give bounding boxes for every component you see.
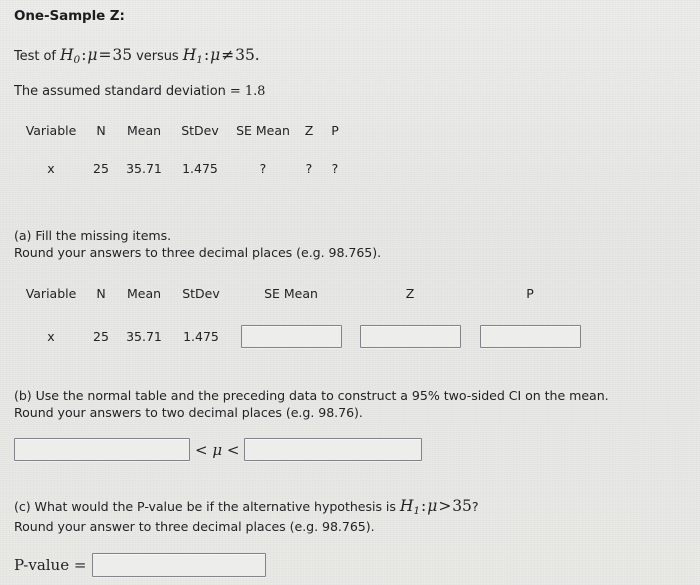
table-row: x 25 35.71 1.475 ? ? ? [18, 159, 348, 177]
answer-cell-z [350, 325, 470, 348]
answer-header-z: Z [405, 285, 415, 301]
cell-variable: x [47, 160, 55, 176]
hypothesis-statement: Test of H0:μ=35 versus H1:μ≠35. [14, 46, 260, 66]
answer-cell-stdev: 1.475 [183, 329, 219, 344]
sentence-period: . [254, 46, 260, 64]
answer-table-spacer-row [18, 303, 590, 325]
answer-header-mean: Mean [126, 285, 162, 301]
se-mean-input[interactable] [240, 325, 342, 348]
cell-n: 25 [93, 160, 109, 176]
header-se-mean: SE Mean [236, 122, 290, 138]
p-value-answer-row: P-value = [14, 553, 267, 577]
header-z: Z [304, 122, 314, 138]
null-hypothesis-symbol: H0 [60, 46, 81, 66]
alt-hypothesis-symbol: H1 [182, 46, 203, 66]
part-a-line-1: (a) Fill the missing items. [14, 228, 172, 243]
answer-cell-mean: 35.71 [126, 329, 162, 344]
answer-cell-se-mean [232, 325, 350, 348]
worksheet-page: One-Sample Z: Test of H0:μ=35 versus H1:… [0, 0, 700, 585]
part-b-line-1: (b) Use the normal table and the precedi… [14, 388, 609, 403]
alt-value: 35 [235, 46, 255, 64]
confidence-interval-row: < μ < [14, 438, 423, 461]
part-b-line-2: Round your answers to two decimal places… [14, 404, 363, 420]
ci-mu-symbol: μ [212, 440, 223, 459]
part-c-mu-symbol: μ [427, 497, 438, 515]
answer-header-stdev: StDev [182, 285, 220, 301]
part-a-prompt: (a) Fill the missing items. Round your a… [14, 228, 381, 261]
part-c-question-mark: ? [471, 499, 479, 514]
ci-inequality-label: < μ < [190, 441, 244, 459]
part-c-line-1: (c) What would the P-value be if the alt… [14, 498, 479, 519]
part-c-value: 35 [452, 497, 472, 515]
ci-lower-input[interactable] [14, 438, 190, 461]
page-title: One-Sample Z: [14, 8, 125, 24]
answer-table: Variable N Mean StDev SE Mean Z P x 25 3… [18, 283, 590, 348]
cell-mean: 35.71 [126, 160, 162, 176]
p-value-input[interactable] [92, 553, 267, 577]
part-c-alt-hypothesis-symbol: H1 [399, 497, 421, 517]
answer-header-variable: Variable [25, 285, 77, 301]
cell-p: ? [331, 160, 339, 176]
p-input[interactable] [479, 325, 581, 348]
mu-symbol-null: μ [87, 46, 98, 64]
equals-sign: = [98, 46, 112, 64]
table-header-row: Variable N Mean StDev SE Mean Z P [18, 121, 348, 139]
part-c-prompt: (c) What would the P-value be if the alt… [14, 498, 479, 536]
ci-less-than-1: < [195, 440, 208, 459]
versus-text: versus [132, 49, 183, 64]
hypothesis-prefix: Test of [14, 49, 60, 64]
part-c-line-2: Round your answer to three decimal place… [14, 519, 375, 535]
answer-table-spacer-cell [18, 303, 590, 325]
part-a-line-2: Round your answers to three decimal plac… [14, 244, 382, 260]
p-value-label: P-value = [14, 556, 87, 574]
cell-se-mean: ? [259, 160, 267, 176]
header-variable: Variable [25, 122, 77, 138]
not-equals-sign: ≠ [221, 46, 235, 64]
header-p: P [331, 122, 339, 138]
assumed-sd-label: The assumed standard deviation [14, 84, 226, 99]
answer-table-header-row: Variable N Mean StDev SE Mean Z P [18, 283, 590, 303]
assumed-sd-value: 1.8 [244, 84, 266, 99]
cell-stdev: 1.475 [182, 160, 218, 176]
answer-cell-p [470, 325, 590, 348]
answer-table-row: x 25 35.71 1.475 [18, 325, 590, 348]
part-b-prompt: (b) Use the normal table and the precedi… [14, 388, 609, 421]
null-value: 35 [112, 46, 133, 64]
part-c-line-1-text: (c) What would the P-value be if the alt… [14, 499, 400, 514]
part-c-greater-than: > [438, 497, 452, 515]
header-stdev: StDev [181, 122, 219, 138]
header-mean: Mean [126, 122, 162, 138]
answer-cell-n: 25 [93, 329, 109, 344]
answer-header-se-mean: SE Mean [264, 285, 318, 301]
answer-header-n: N [96, 285, 106, 301]
header-n: N [96, 122, 106, 138]
cell-z: ? [305, 160, 313, 176]
ci-less-than-2: < [226, 440, 240, 459]
assumed-standard-deviation: The assumed standard deviation = 1.8 [14, 84, 265, 99]
minitab-output-table: Variable N Mean StDev SE Mean Z P x 25 3… [18, 121, 348, 177]
ci-upper-input[interactable] [244, 438, 423, 461]
answer-header-p: P [526, 285, 534, 301]
z-input[interactable] [359, 325, 461, 348]
table-spacer-cell [18, 139, 348, 159]
answer-cell-variable: x [47, 329, 55, 344]
assumed-sd-equals: = [229, 84, 241, 99]
mu-symbol-alt: μ [210, 46, 221, 64]
table-spacer-row [18, 139, 348, 159]
